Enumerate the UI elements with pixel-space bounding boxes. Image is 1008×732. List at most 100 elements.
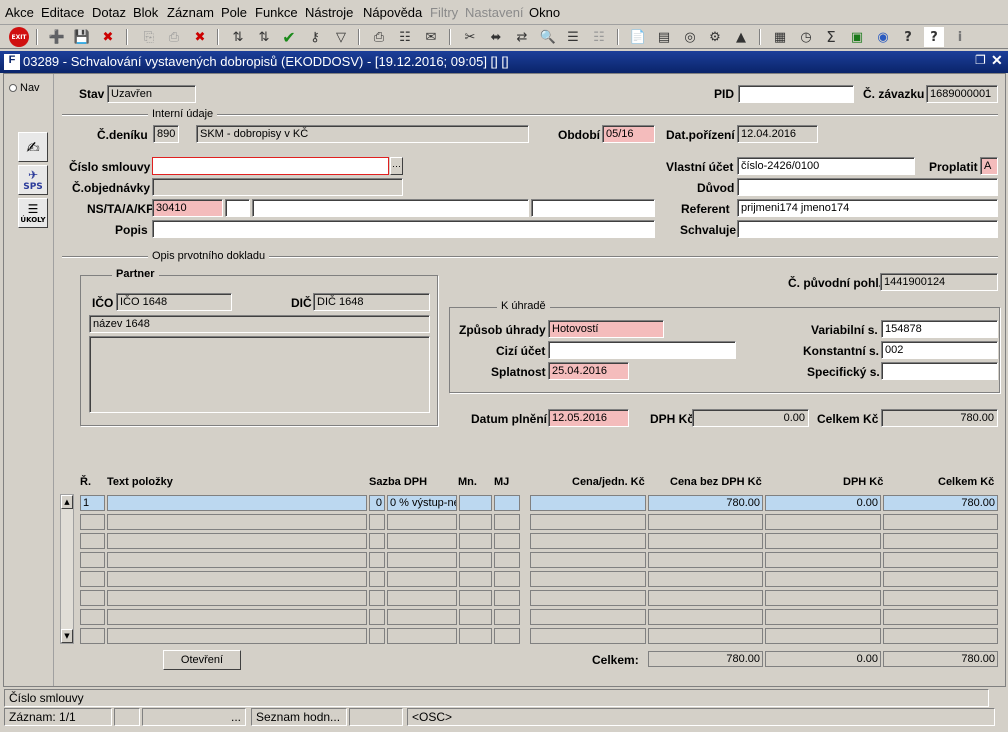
calculator-icon[interactable]: ▦ (770, 27, 790, 47)
menu-dotaz[interactable]: Dotaz (92, 5, 126, 20)
key-icon[interactable]: ⚷ (305, 27, 325, 47)
table-cell[interactable] (80, 571, 105, 587)
menu-okno[interactable]: Okno (529, 5, 560, 20)
table-cell[interactable] (369, 552, 385, 568)
kp-field[interactable] (531, 199, 655, 217)
paste-icon[interactable]: ⎙ (164, 27, 184, 47)
table-cell[interactable] (648, 533, 763, 549)
menu-editace[interactable]: Editace (41, 5, 84, 20)
table-cell[interactable] (648, 514, 763, 530)
table-cell[interactable] (107, 571, 367, 587)
table-cell[interactable] (459, 552, 492, 568)
table-cell[interactable] (883, 571, 998, 587)
spec-field[interactable] (881, 362, 998, 380)
scroll-down-icon[interactable]: ▼ (61, 629, 73, 643)
table-cell[interactable] (765, 552, 881, 568)
table-cell[interactable] (369, 609, 385, 625)
ta-field[interactable] (225, 199, 250, 217)
settings-icon[interactable]: ⚙ (705, 27, 725, 47)
table-cell[interactable] (530, 571, 646, 587)
sps-icon[interactable]: ✈ SPS (18, 165, 48, 195)
table-cell[interactable] (107, 609, 367, 625)
cell-bez[interactable]: 780.00 (648, 495, 763, 511)
help-context-icon[interactable]: ? (898, 27, 918, 47)
table-cell[interactable] (494, 552, 520, 568)
sort-desc-icon[interactable]: ⇅ (254, 27, 274, 47)
table-cell[interactable] (765, 571, 881, 587)
search-icon[interactable]: 🔍 (538, 27, 558, 47)
close-icon[interactable]: ✕ (991, 52, 1003, 69)
table-cell[interactable] (530, 552, 646, 568)
print-icon[interactable]: ⎙ (369, 27, 389, 47)
cell-mj[interactable] (494, 495, 520, 511)
open-button[interactable]: Otevření (163, 650, 241, 670)
table-cell[interactable] (459, 628, 492, 644)
table-cell[interactable] (387, 514, 457, 530)
proplatit-field[interactable]: A (980, 157, 998, 175)
table-cell[interactable] (459, 533, 492, 549)
table-cell[interactable] (369, 533, 385, 549)
globe-icon[interactable]: ◎ (680, 27, 700, 47)
cizi-field[interactable] (548, 341, 736, 359)
help-icon[interactable]: ? (924, 27, 944, 47)
ucet-field[interactable]: číslo-2426/0100 (737, 157, 915, 175)
table-cell[interactable] (648, 628, 763, 644)
table-cell[interactable] (494, 628, 520, 644)
pid-field[interactable] (738, 85, 854, 103)
table-cell[interactable] (107, 552, 367, 568)
table-cell[interactable] (369, 571, 385, 587)
table-cell[interactable] (387, 628, 457, 644)
page-icon[interactable]: ▤ (654, 27, 674, 47)
table-cell[interactable] (648, 571, 763, 587)
var-field[interactable]: 154878 (881, 320, 998, 338)
table-cell[interactable] (387, 571, 457, 587)
exit-icon[interactable]: EXIT (9, 27, 29, 47)
table-cell[interactable] (494, 609, 520, 625)
filter-icon[interactable]: ▽ (331, 27, 351, 47)
table-cell[interactable] (80, 533, 105, 549)
table-cell[interactable] (494, 571, 520, 587)
table-cell[interactable] (80, 628, 105, 644)
konst-field[interactable]: 002 (881, 341, 998, 359)
tree-icon[interactable]: ☷ (589, 27, 609, 47)
table-cell[interactable] (765, 609, 881, 625)
table-cell[interactable] (765, 628, 881, 644)
table-cell[interactable] (765, 533, 881, 549)
mountain-icon[interactable]: ▲ (731, 27, 751, 47)
table-cell[interactable] (80, 609, 105, 625)
table-cell[interactable] (459, 590, 492, 606)
menu-nastroje[interactable]: Nástroje (305, 5, 353, 20)
table-cell[interactable] (883, 590, 998, 606)
duvod-field[interactable] (737, 178, 998, 196)
table-cell[interactable] (530, 533, 646, 549)
menu-napoveda[interactable]: Nápověda (363, 5, 422, 20)
menu-funkce[interactable]: Funkce (255, 5, 298, 20)
table-cell[interactable] (494, 590, 520, 606)
save-record-icon[interactable]: 💾 (72, 27, 92, 47)
table-cell[interactable] (530, 628, 646, 644)
table-cell[interactable] (107, 590, 367, 606)
splat-field[interactable]: 25.04.2016 (548, 362, 629, 380)
table-cell[interactable] (107, 514, 367, 530)
cell-text[interactable] (107, 495, 367, 511)
a-field[interactable] (252, 199, 529, 217)
table-cell[interactable] (648, 590, 763, 606)
table-cell[interactable] (459, 571, 492, 587)
table-cell[interactable] (369, 514, 385, 530)
table-cell[interactable] (369, 590, 385, 606)
items-scrollbar[interactable]: ▲ ▼ (60, 494, 74, 644)
ukoly-icon[interactable]: ☰ ÚKOLY (18, 198, 48, 228)
scroll-up-icon[interactable]: ▲ (61, 495, 73, 509)
smlouva-lov-button[interactable]: ⋯ (390, 157, 403, 175)
table-cell[interactable] (883, 514, 998, 530)
sum-icon[interactable]: Σ (821, 27, 841, 47)
menu-pole[interactable]: Pole (221, 5, 247, 20)
transfer-icon[interactable]: ⇄ (512, 27, 532, 47)
info-icon[interactable]: i (950, 27, 970, 47)
sort-asc-icon[interactable]: ⇅ (228, 27, 248, 47)
table-cell[interactable] (459, 514, 492, 530)
excel-icon[interactable]: ▣ (847, 27, 867, 47)
copy-icon[interactable]: ⎘ (139, 27, 159, 47)
mail-icon[interactable]: ✉ (421, 27, 441, 47)
confirm-icon[interactable]: ✔ (279, 27, 299, 47)
